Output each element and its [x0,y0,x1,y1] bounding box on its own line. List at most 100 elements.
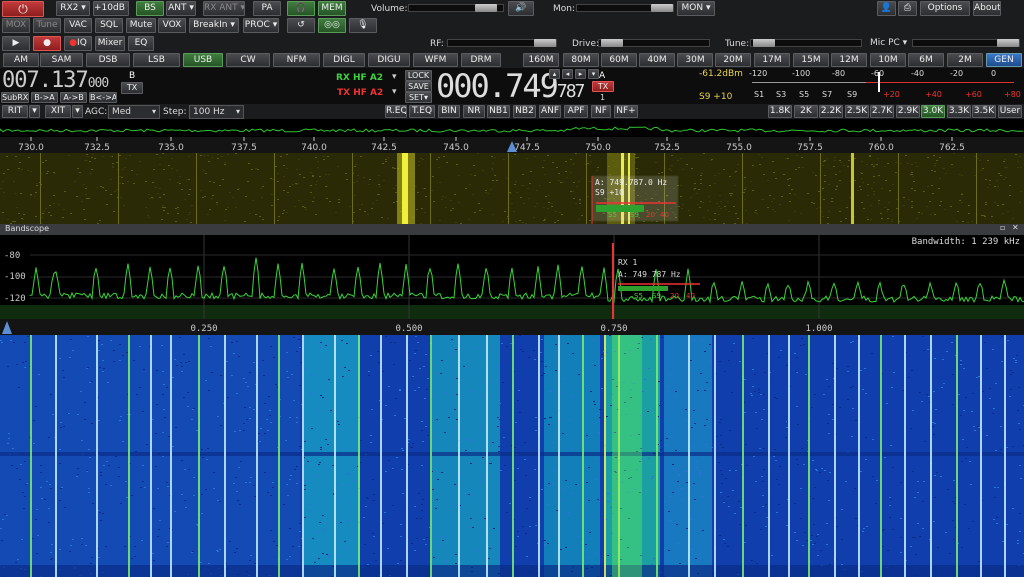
mixer-button[interactable]: Mixer [95,36,125,51]
a-to-b-button[interactable]: A->B [60,92,87,103]
volume-slider[interactable] [408,4,504,12]
vfo-right-button[interactable]: ▸ [575,69,586,79]
dsp-bin-button[interactable]: BIN [438,105,460,118]
band-17m-button[interactable]: 17M [754,53,790,67]
power-button[interactable]: ⏻ [2,1,44,17]
band-12m-button[interactable]: 12M [831,53,867,67]
bandscope-waterfall[interactable] [0,335,1024,577]
filter-user-button[interactable]: User [998,105,1022,118]
dsp-nr-button[interactable]: NR [463,105,485,118]
mode-am-button[interactable]: AM [3,53,39,67]
printer-button[interactable]: ⎙ [898,1,917,16]
dsp-apf-button[interactable]: APF [564,105,588,118]
dsp-anf-button[interactable]: ANF [539,105,561,118]
gain-select[interactable]: +10dB ▾ [93,1,129,16]
dsp-nb1-button[interactable]: NB1 [487,105,510,118]
mute-button[interactable]: Mute [126,18,156,33]
dsp-t-eq-button[interactable]: T.EQ [409,105,435,118]
bs-button[interactable]: BS [136,1,164,16]
panadapter[interactable]: 730.0 732.5 735.0 737.5 740.0 742.5 745.0 747.5… [0,119,1024,224]
filter-2-7k-button[interactable]: 2.7K [870,105,894,118]
band-80m-button[interactable]: 80M [563,53,599,67]
drive-slider[interactable] [598,39,710,47]
band-30m-button[interactable]: 30M [677,53,713,67]
filter-1-8k-button[interactable]: 1.8K [768,105,792,118]
set-button[interactable]: SET▾ [405,92,432,103]
mode-lsb-button[interactable]: LSB [133,53,180,67]
mon-slider[interactable] [576,4,674,12]
band-20m-button[interactable]: 20M [715,53,751,67]
rx2-select[interactable]: RX2 ▾ [56,1,90,16]
bandscope-spectrum[interactable]: -80 -100 -120 0.250 0.500 0.750 1.000 RX 1 A: 74… [0,235,1024,335]
rx-ant-select[interactable]: RX ANT ▾ [203,1,245,16]
filter-3-3k-button[interactable]: 3.3K [947,105,971,118]
band-10m-button[interactable]: 10M [870,53,906,67]
mem-button[interactable]: MEM [318,1,346,16]
about-button[interactable]: About [973,1,1001,16]
user-button[interactable]: 👤 [877,1,896,16]
headphones-button[interactable]: 🎧 [287,1,315,16]
band-40m-button[interactable]: 40M [639,53,675,67]
rit-button[interactable]: RIT [2,105,28,118]
xit-dropdown[interactable]: ▾ [72,105,83,118]
lock-button[interactable]: LOCK [405,70,432,81]
dsp-nf-button[interactable]: NF [591,105,611,118]
mic-slider[interactable] [912,39,1020,47]
tune-slider[interactable] [750,39,862,47]
filter-2k-button[interactable]: 2K [794,105,818,118]
rewind-button[interactable]: ↺ [287,18,315,33]
mox-button[interactable]: MOX [2,18,30,33]
band-gen-button[interactable]: GEN [986,53,1022,67]
band-15m-button[interactable]: 15M [793,53,829,67]
vfo-b-tx-button[interactable]: TX [121,82,143,94]
rf-slider[interactable] [447,39,557,47]
eq-button[interactable]: EQ [128,36,154,51]
filter-3-5k-button[interactable]: 3.5K [972,105,996,118]
bandscope-close-icon[interactable]: ✕ [1012,223,1019,232]
mode-digl-button[interactable]: DIGL [323,53,365,67]
tape-button[interactable]: ◎◎ [318,18,346,33]
mode-digu-button[interactable]: DIGU [368,53,410,67]
band-2m-button[interactable]: 2M [947,53,983,67]
sql-button[interactable]: SQL [95,18,123,33]
filter-2-5k-button[interactable]: 2.5K [845,105,869,118]
band-6m-button[interactable]: 6M [908,53,944,67]
vfo-left-button[interactable]: ◂ [562,69,573,79]
subrx-button[interactable]: SubRX [1,92,29,103]
band-160m-button[interactable]: 160M [523,53,559,67]
rit-dropdown[interactable]: ▾ [29,105,40,118]
vfo-up-button[interactable]: ▴ [549,69,560,79]
mode-cw-button[interactable]: CW [226,53,270,67]
filter-2-9k-button[interactable]: 2.9K [896,105,920,118]
band-60m-button[interactable]: 60M [601,53,637,67]
mode-drm-button[interactable]: DRM [461,53,501,67]
mode-usb-button[interactable]: USB [183,53,223,67]
agc-select[interactable]: Med [108,105,160,119]
dsp-nf--button[interactable]: NF+ [614,105,638,118]
rx-ant-dropdown-icon[interactable]: ▾ [392,72,397,82]
b-to-a-button[interactable]: B->A [31,92,58,103]
vox-button[interactable]: VOX [158,18,186,33]
vfo-a-tx-button[interactable]: TX [592,81,614,92]
speaker-button[interactable]: 🔊 [508,1,534,16]
xit-button[interactable]: XIT [45,105,71,118]
record-button[interactable]: ● [33,36,61,51]
vac-button[interactable]: VAC [64,18,92,33]
breakin-button[interactable]: BreakIn ▾ [189,18,239,33]
tune-button[interactable]: Tune [33,18,61,33]
vfo-down-button[interactable]: ▾ [588,69,599,79]
tx-ant-dropdown-icon[interactable]: ▾ [392,87,397,97]
mic-pc-select[interactable]: Mic PC ▾ [870,38,907,48]
pa-button[interactable]: PA [253,1,281,16]
mon-select[interactable]: MON ▾ [677,1,715,16]
save-button[interactable]: SAVE [405,81,432,92]
iq-button[interactable]: ●IQ [64,36,92,51]
step-select[interactable]: 100 Hz [189,105,244,119]
filter-2-2k-button[interactable]: 2.2K [819,105,843,118]
filter-3-0k-button[interactable]: 3.0K [921,105,945,118]
dsp-nb2-button[interactable]: NB2 [513,105,536,118]
bandscope-float-icon[interactable]: ▫ [1000,223,1005,232]
mode-wfm-button[interactable]: WFM [413,53,458,67]
ant-select[interactable]: ANT ▾ [166,1,196,16]
proc-button[interactable]: PROC ▾ [243,18,279,33]
